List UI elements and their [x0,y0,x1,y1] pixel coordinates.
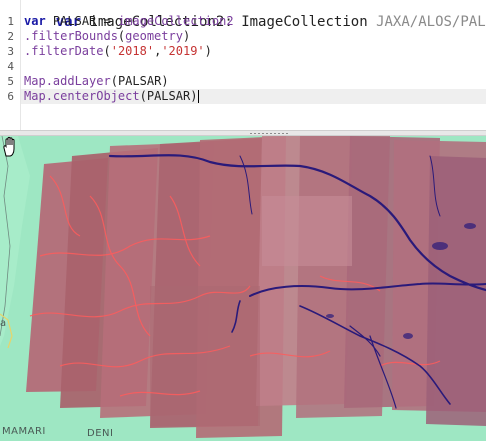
water-patch [403,333,413,339]
map-place-label: MAMARI [2,426,46,437]
line-number: 6 [7,90,14,103]
code-editor[interactable]: ▸var imageCollection2: ImageCollection J… [0,0,486,130]
line-number: 4 [7,60,14,73]
palsar-tiles [26,136,486,438]
line-number: 3 [7,45,14,58]
line-number: 5 [7,75,14,88]
water-patch [432,242,448,250]
line-number: 2 [7,30,14,43]
variable-tooltip: ▸var imageCollection2: ImageCollection J… [0,0,486,30]
code-line-3[interactable]: .filterDate('2018','2019') [24,44,212,59]
text-caret [198,90,200,103]
hand-cursor-icon [3,136,15,157]
map-place-label: a [0,318,7,329]
map-place-label: DENI [87,428,114,439]
splitter-grip-icon[interactable] [249,132,289,135]
map-view[interactable]: MAMARI DENI a [0,136,486,441]
code-line-5[interactable]: Map.addLayer(PALSAR) [24,74,169,89]
water-patch [326,314,334,318]
map-canvas [0,136,486,441]
code-line-1[interactable]: var PALSAR = imageCollection2 [24,14,234,29]
image-tile [262,196,352,266]
line-number-gutter: 1 2 3 4 5 6 [0,0,21,130]
water-patch [464,223,476,229]
code-line-2[interactable]: .filterBounds(geometry) [24,29,190,44]
image-tile [150,286,260,426]
line-number: 1 [7,15,14,28]
code-line-6[interactable]: Map.centerObject(PALSAR) [21,89,486,104]
